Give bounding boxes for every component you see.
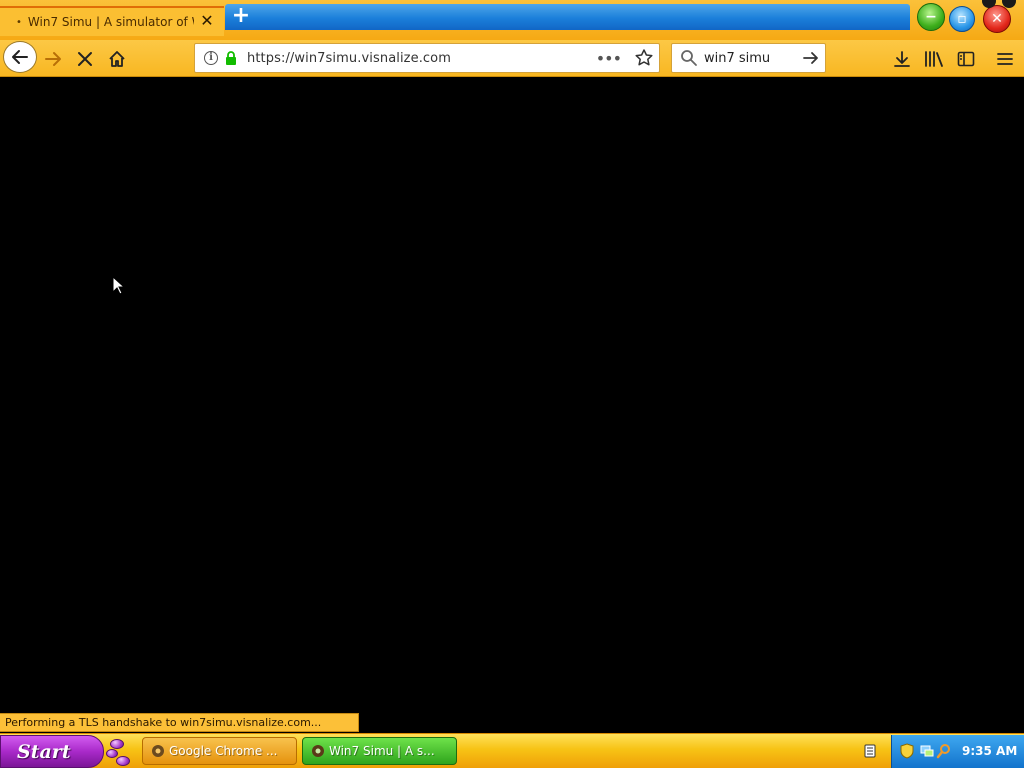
clock[interactable]: 9:35 AM (962, 744, 1017, 758)
close-window-button[interactable]: ✕ (983, 5, 1011, 33)
downloads-button[interactable] (890, 47, 914, 71)
search-icon (680, 49, 698, 67)
url-text[interactable]: https://win7simu.visnalize.com (247, 51, 596, 66)
start-button[interactable]: Start (0, 735, 104, 768)
new-tab-button[interactable]: + (231, 5, 251, 27)
minimize-button[interactable]: − (917, 3, 945, 31)
firefox-app-icon (312, 745, 324, 757)
mouse-ears-decoration-icon (982, 0, 1016, 8)
lock-icon[interactable] (225, 51, 237, 65)
status-text: Performing a TLS handshake to win7simu.v… (0, 713, 359, 732)
back-arrow-icon (12, 50, 28, 64)
close-icon: ✕ (991, 11, 1003, 27)
taskbar-item-label: Win7 Simu | A s... (329, 744, 435, 758)
address-bar[interactable]: i https://win7simu.visnalize.com ••• (194, 43, 660, 73)
search-input[interactable]: win7 simu (704, 51, 801, 66)
stop-icon (78, 52, 92, 66)
page-actions-more-icon[interactable]: ••• (596, 49, 622, 68)
shield-icon[interactable] (899, 743, 915, 759)
hamburger-menu-button[interactable] (993, 47, 1017, 71)
download-icon (894, 51, 910, 67)
system-tray: 9:35 AM (891, 735, 1024, 768)
network-icon[interactable] (919, 743, 935, 759)
magnifier-icon[interactable] (936, 743, 952, 759)
page-content[interactable] (0, 78, 1024, 733)
sidebar-icon (957, 51, 975, 67)
back-button[interactable] (3, 41, 37, 73)
search-bar[interactable]: win7 simu (671, 43, 826, 73)
forward-button[interactable] (40, 44, 66, 74)
search-go-arrow-icon[interactable] (801, 48, 821, 68)
bookmark-star-icon[interactable] (634, 48, 654, 68)
taskbar: Start Google Chrome ... Win7 Simu | A s.… (0, 733, 1024, 768)
loading-dot-icon: • (16, 16, 22, 28)
forward-arrow-icon (45, 52, 61, 66)
maximize-icon: ▫ (957, 11, 967, 27)
tab-active[interactable]: • Win7 Simu | A simulator of Windows 7 ✕ (0, 6, 224, 36)
tab-title: Win7 Simu | A simulator of Windows 7 (27, 15, 194, 29)
home-icon (109, 51, 125, 67)
home-button[interactable] (104, 44, 130, 74)
minimize-icon: − (925, 9, 937, 25)
info-icon[interactable]: i (204, 51, 218, 65)
maximize-button[interactable]: ▫ (949, 6, 975, 32)
start-bubbles-decoration-icon (104, 737, 132, 767)
library-button[interactable] (922, 47, 946, 71)
sidebar-toggle-button[interactable] (954, 47, 978, 71)
taskbar-item-chrome[interactable]: Google Chrome ... (142, 737, 297, 765)
tab-close-icon[interactable]: ✕ (200, 13, 214, 29)
chrome-app-icon (152, 745, 164, 757)
library-icon (925, 51, 943, 67)
taskbar-item-label: Google Chrome ... (169, 744, 278, 758)
tab-strip-background (225, 4, 910, 30)
mouse-cursor-icon (112, 276, 124, 295)
taskbar-item-firefox[interactable]: Win7 Simu | A s... (302, 737, 457, 765)
tab-strip: • Win7 Simu | A simulator of Windows 7 ✕… (0, 0, 1024, 40)
stop-button[interactable] (72, 44, 98, 74)
navigation-toolbar: i https://win7simu.visnalize.com ••• win… (0, 40, 1024, 77)
hamburger-icon (997, 53, 1013, 65)
keyboard-icon[interactable] (862, 743, 878, 759)
